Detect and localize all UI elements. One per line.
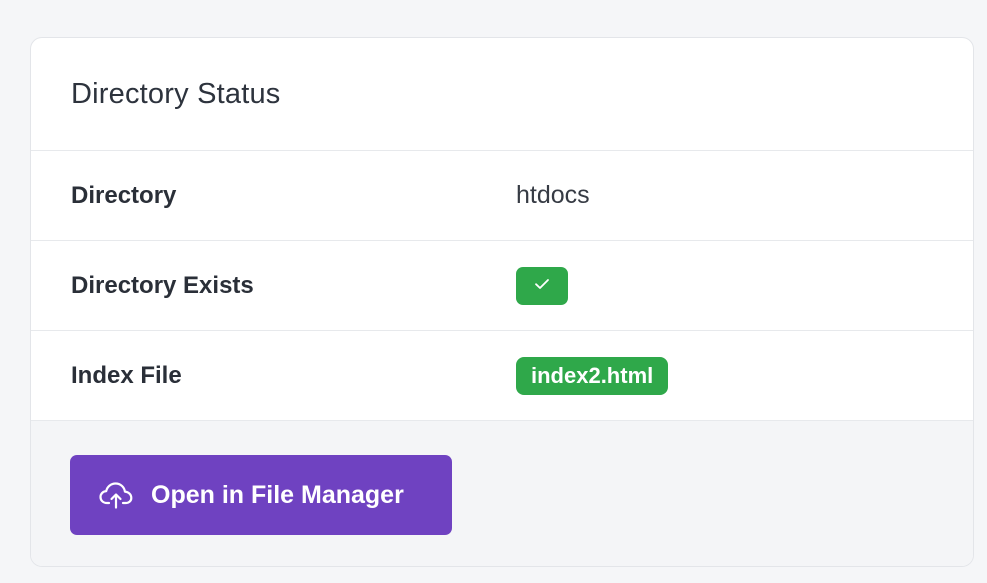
page: Directory Status Directory htdocs Direct… [0,0,987,583]
button-label: Open in File Manager [151,480,404,509]
row-index-file: Index File index2.html [31,331,973,421]
check-icon [534,277,550,295]
row-label: Directory Exists [71,271,254,299]
directory-status-card: Directory Status Directory htdocs Direct… [30,37,974,567]
cloud-upload-icon [98,480,134,510]
row-label: Index File [71,361,182,389]
card-header: Directory Status [31,38,973,151]
row-directory: Directory htdocs [31,151,973,241]
card-footer: Open in File Manager [31,421,973,566]
directory-value: htdocs [516,181,590,209]
status-badge [516,266,568,305]
row-label: Directory [71,181,177,209]
row-directory-exists: Directory Exists [31,241,973,331]
card-title: Directory Status [71,77,281,110]
open-file-manager-button[interactable]: Open in File Manager [70,455,452,535]
index-file-badge: index2.html [516,356,669,395]
